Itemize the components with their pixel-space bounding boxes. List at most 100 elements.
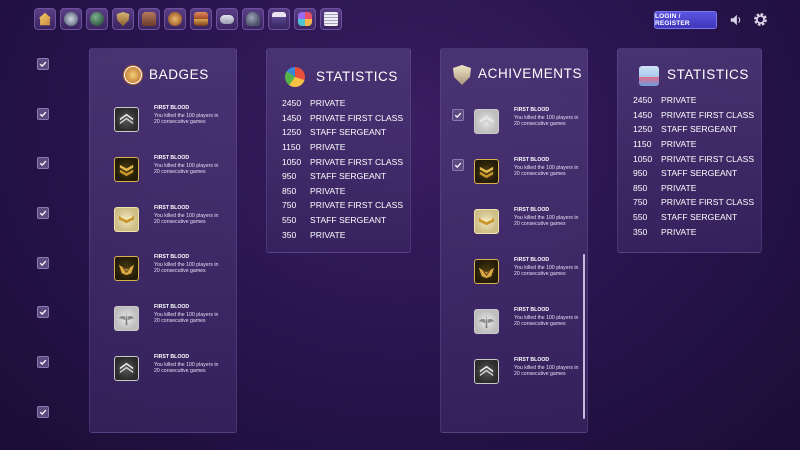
badge-description: You killed the 100 players in 20 consecu… — [154, 163, 219, 176]
stat-score: 750 — [633, 197, 648, 208]
row-checkbox[interactable] — [37, 108, 49, 120]
badge-text: FIRST BLOOD You killed the 100 players in… — [154, 105, 222, 125]
row-checkbox[interactable] — [37, 58, 49, 70]
notes-button[interactable] — [320, 8, 342, 30]
badge-item[interactable]: FIRST BLOOD You killed the 100 players in… — [114, 354, 222, 381]
badge-item[interactable]: FIRST BLOOD You killed the 100 players in… — [114, 205, 222, 232]
badges-panel: BADGES FIRST BLOOD You killed the 100 pla… — [89, 48, 237, 433]
wings-rank-icon — [474, 309, 499, 334]
badge-description: You killed the 100 players in 20 consecu… — [154, 312, 219, 325]
stat-score: 2450 — [282, 98, 302, 109]
stat-row: 750 PRIVATE FIRST CLASS — [282, 198, 403, 213]
stat-row: 2450 PRIVATE — [282, 96, 403, 111]
badge-name: FIRST BLOOD — [154, 205, 190, 211]
row-checkbox[interactable] — [37, 306, 49, 318]
achievement-description: You killed the 100 players in 20 consecu… — [514, 215, 579, 228]
stat-row: 550 STAFF SERGEANT — [633, 210, 754, 225]
shield-button[interactable] — [112, 8, 134, 30]
badge-name: FIRST BLOOD — [154, 155, 190, 161]
chevron-rank-icon — [114, 107, 139, 132]
eagle-rank-icon — [114, 256, 139, 281]
stat-rank: PRIVATE FIRST CLASS — [310, 112, 404, 123]
notes-icon — [324, 12, 338, 26]
stat-row: 550 STAFF SERGEANT — [282, 213, 403, 228]
row-checkbox[interactable] — [37, 257, 49, 269]
shield-icon — [116, 12, 130, 26]
achievement-item[interactable]: FIRST BLOOD You killed the 100 players in… — [474, 107, 582, 134]
compass-button[interactable] — [164, 8, 186, 30]
stat-rank: PRIVATE FIRST CLASS — [661, 153, 755, 164]
stat-row: 950 STAFF SERGEANT — [282, 169, 403, 184]
globe-button[interactable] — [86, 8, 108, 30]
statistics-panel-left: STATISTICS 2450 PRIVATE 1450 PRIVATE FIRST … — [266, 48, 411, 253]
achievement-name: FIRST BLOOD — [514, 307, 550, 313]
gamepad-button[interactable] — [216, 8, 238, 30]
store-button[interactable] — [268, 8, 290, 30]
backpack-button[interactable] — [138, 8, 160, 30]
stat-rank: STAFF SERGEANT — [661, 212, 738, 223]
double-chevron-rank-icon — [114, 157, 139, 182]
row-checkbox[interactable] — [37, 157, 49, 169]
badge-item[interactable]: FIRST BLOOD You killed the 100 players in… — [114, 304, 222, 331]
badge-text: FIRST BLOOD You killed the 100 players in… — [154, 304, 222, 324]
badge-description: You killed the 100 players in 20 consecu… — [154, 213, 219, 226]
stat-rank: PRIVATE — [661, 182, 697, 193]
stat-score: 550 — [282, 215, 297, 226]
compass-icon — [168, 12, 182, 26]
achievement-item[interactable]: FIRST BLOOD You killed the 100 players in… — [474, 357, 582, 384]
badge-text: FIRST BLOOD You killed the 100 players in… — [154, 205, 222, 225]
achievement-checkbox[interactable] — [452, 109, 464, 121]
stat-score: 1450 — [633, 109, 653, 120]
apps-button[interactable] — [294, 8, 316, 30]
achievement-item[interactable]: FIRST BLOOD You killed the 100 players in… — [474, 257, 582, 284]
achievements-title: ACHIVEMENTS — [478, 66, 583, 81]
statistics-panel-right: STATISTICS 2450 PRIVATE 1450 PRIVATE FIRST … — [617, 48, 762, 253]
speaker-icon[interactable] — [729, 12, 743, 28]
stat-rank: PRIVATE — [310, 142, 346, 153]
radar-button[interactable] — [60, 8, 82, 30]
achievements-scrollbar[interactable] — [583, 254, 585, 419]
badge-text: FIRST BLOOD You killed the 100 players in… — [154, 254, 222, 274]
stat-row: 1050 PRIVATE FIRST CLASS — [633, 151, 754, 166]
stat-row: 1250 STAFF SERGEANT — [282, 125, 403, 140]
stat-row: 850 PRIVATE — [282, 184, 403, 199]
achievement-item[interactable]: FIRST BLOOD You killed the 100 players in… — [474, 307, 582, 334]
home-button[interactable] — [34, 8, 56, 30]
helmet-icon — [246, 12, 260, 26]
row-checkbox[interactable] — [37, 207, 49, 219]
badge-item[interactable]: FIRST BLOOD You killed the 100 players in… — [114, 254, 222, 281]
helmet-button[interactable] — [242, 8, 264, 30]
badge-emblem-icon — [123, 65, 143, 85]
gear-icon[interactable] — [752, 11, 769, 28]
stat-rank: PRIVATE FIRST CLASS — [310, 156, 404, 167]
double-chevron-rank-icon — [474, 159, 499, 184]
achievement-description: You killed the 100 players in 20 consecu… — [514, 265, 579, 278]
chest-icon — [194, 12, 208, 26]
stat-rank: PRIVATE FIRST CLASS — [661, 109, 755, 120]
achievement-item[interactable]: FIRST BLOOD You killed the 100 players in… — [474, 157, 582, 184]
stat-score: 1450 — [282, 112, 302, 123]
statistics-title-right: STATISTICS — [667, 67, 750, 82]
badges-title: BADGES — [149, 67, 209, 82]
achievement-shield-icon — [453, 65, 471, 85]
achievement-description: You killed the 100 players in 20 consecu… — [514, 315, 579, 328]
badge-description: You killed the 100 players in 20 consecu… — [154, 362, 219, 375]
stat-score: 2450 — [633, 95, 653, 106]
stat-row: 1150 PRIVATE — [282, 140, 403, 155]
stat-score: 850 — [282, 185, 297, 196]
chest-button[interactable] — [190, 8, 212, 30]
stat-rank: STAFF SERGEANT — [661, 168, 738, 179]
achievement-checkbox[interactable] — [452, 159, 464, 171]
stat-rank: PRIVATE — [661, 139, 697, 150]
row-checkbox[interactable] — [37, 406, 49, 418]
login-register-button[interactable]: LOGIN / REGISTER — [654, 11, 717, 29]
achievements-panel: ACHIVEMENTS FIRST BLOOD You killed the 10… — [440, 48, 588, 433]
row-checkbox[interactable] — [37, 356, 49, 368]
stat-score: 1250 — [282, 127, 302, 138]
achievement-item[interactable]: FIRST BLOOD You killed the 100 players in… — [474, 207, 582, 234]
badge-item[interactable]: FIRST BLOOD You killed the 100 players in… — [114, 155, 222, 182]
stat-rank: PRIVATE — [310, 185, 346, 196]
badge-item[interactable]: FIRST BLOOD You killed the 100 players in… — [114, 105, 222, 132]
stat-row: 2450 PRIVATE — [633, 93, 754, 108]
achievement-name: FIRST BLOOD — [514, 107, 550, 113]
